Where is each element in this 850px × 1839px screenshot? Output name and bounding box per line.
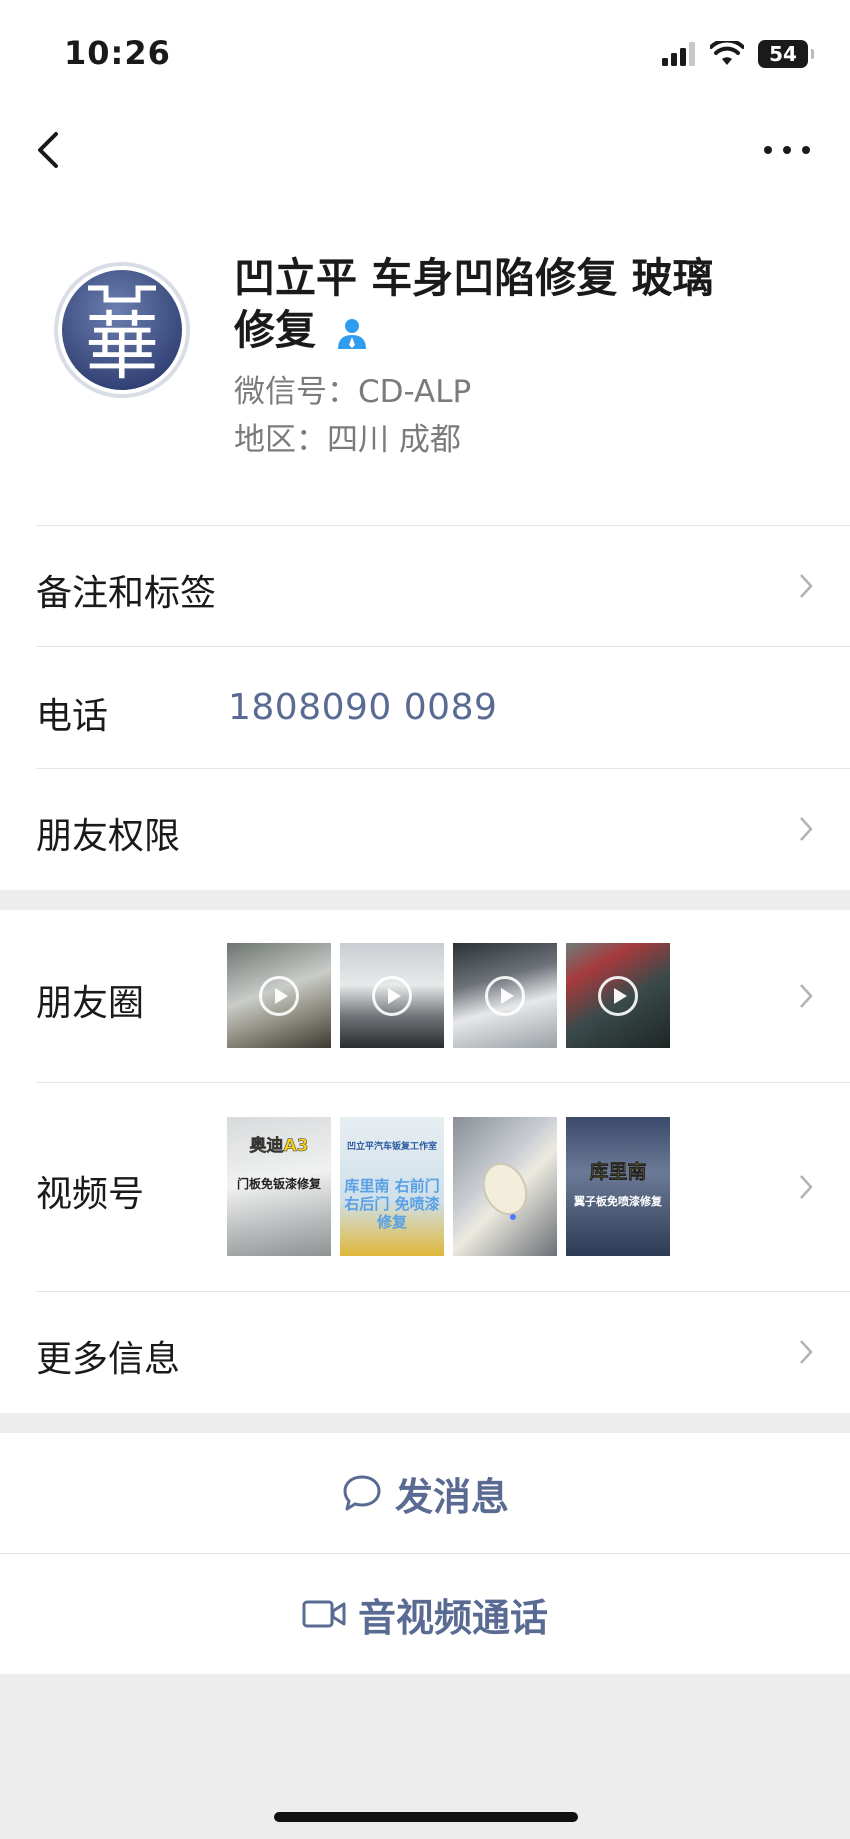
- chevron-right-icon: [800, 574, 813, 598]
- remarks-label: 备注和标签: [36, 573, 217, 614]
- profile-name-line2: 修复: [234, 306, 316, 354]
- channels-thumb-caption: 库里南 右前门右后门 免喷漆修复: [344, 1177, 440, 1231]
- avatar[interactable]: 華: [52, 260, 192, 400]
- region: 地区：四川 成都: [234, 422, 461, 458]
- moments-thumb[interactable]: [227, 943, 331, 1048]
- play-icon: [372, 975, 412, 1016]
- status-time: 10:26: [64, 34, 171, 72]
- send-message-label: 发消息: [394, 1474, 509, 1519]
- verified-user-icon: [338, 319, 366, 349]
- channels-thumb[interactable]: 奥迪A3 门板免钣漆修复: [227, 1117, 331, 1256]
- video-call-button[interactable]: 音视频通话: [0, 1554, 850, 1674]
- permissions-label: 朋友权限: [36, 816, 181, 857]
- chevron-right-icon: [800, 984, 813, 1008]
- channels-thumb-caption: 翼子板免喷漆修复: [574, 1195, 662, 1208]
- moments-thumb[interactable]: [340, 943, 444, 1048]
- moments-label: 朋友圈: [36, 983, 145, 1024]
- profile-name: 凹立平 车身凹陷修复 玻璃 修复: [234, 252, 774, 356]
- channels-label: 视频号: [36, 1174, 145, 1215]
- cellular-signal-icon: [662, 42, 695, 66]
- channels-thumb[interactable]: [453, 1117, 557, 1256]
- channels-thumb-caption: 门板免钣漆修复: [236, 1177, 321, 1191]
- status-icons: 54: [662, 36, 814, 72]
- more-info-row[interactable]: 更多信息: [0, 1292, 850, 1412]
- remarks-row[interactable]: 备注和标签: [0, 526, 850, 646]
- channels-thumb-title: 凹立平汽车钣复工作室: [346, 1142, 437, 1152]
- channels-thumb[interactable]: 凹立平汽车钣复工作室 库里南 右前门右后门 免喷漆修复: [340, 1117, 444, 1256]
- back-icon[interactable]: [30, 126, 70, 176]
- video-camera-icon: [302, 1600, 346, 1628]
- moments-thumb[interactable]: [566, 943, 670, 1048]
- phone-row: 电话 1808090 0089: [0, 647, 850, 767]
- channels-row[interactable]: 视频号 奥迪A3 门板免钣漆修复 凹立平汽车钣复工作室 库里南 右前门右后门 免…: [0, 1083, 850, 1291]
- phone-label: 电话: [36, 696, 109, 737]
- more-icon[interactable]: [764, 138, 810, 162]
- chevron-right-icon: [800, 1175, 813, 1199]
- wechat-id: 微信号：CD-ALP: [234, 374, 472, 410]
- chevron-right-icon: [800, 817, 813, 841]
- play-icon: [485, 975, 525, 1016]
- moments-row[interactable]: 朋友圈: [0, 910, 850, 1082]
- more-info-label: 更多信息: [36, 1339, 181, 1380]
- wifi-icon: [710, 41, 744, 65]
- play-icon: [259, 975, 299, 1016]
- channels-thumb-title: 奥迪A3: [249, 1136, 309, 1157]
- channels-thumb-title: 库里南: [589, 1161, 647, 1184]
- permissions-row[interactable]: 朋友权限: [0, 769, 850, 889]
- phone-number-link[interactable]: 1808090 0089: [228, 687, 497, 728]
- battery-icon: 54: [758, 40, 814, 68]
- send-message-button[interactable]: 发消息: [0, 1433, 850, 1553]
- moments-thumb[interactable]: [453, 943, 557, 1048]
- play-icon: [598, 975, 638, 1016]
- channels-thumb[interactable]: 库里南 翼子板免喷漆修复: [566, 1117, 670, 1256]
- svg-text:華: 華: [85, 304, 159, 390]
- chat-bubble-icon: [343, 1475, 381, 1511]
- dent-tool-icon: [482, 1162, 528, 1220]
- home-indicator[interactable]: [274, 1812, 578, 1822]
- profile-name-line1: 凹立平 车身凹陷修复 玻璃: [234, 254, 714, 302]
- chevron-right-icon: [800, 1340, 813, 1364]
- video-call-label: 音视频通话: [357, 1595, 548, 1640]
